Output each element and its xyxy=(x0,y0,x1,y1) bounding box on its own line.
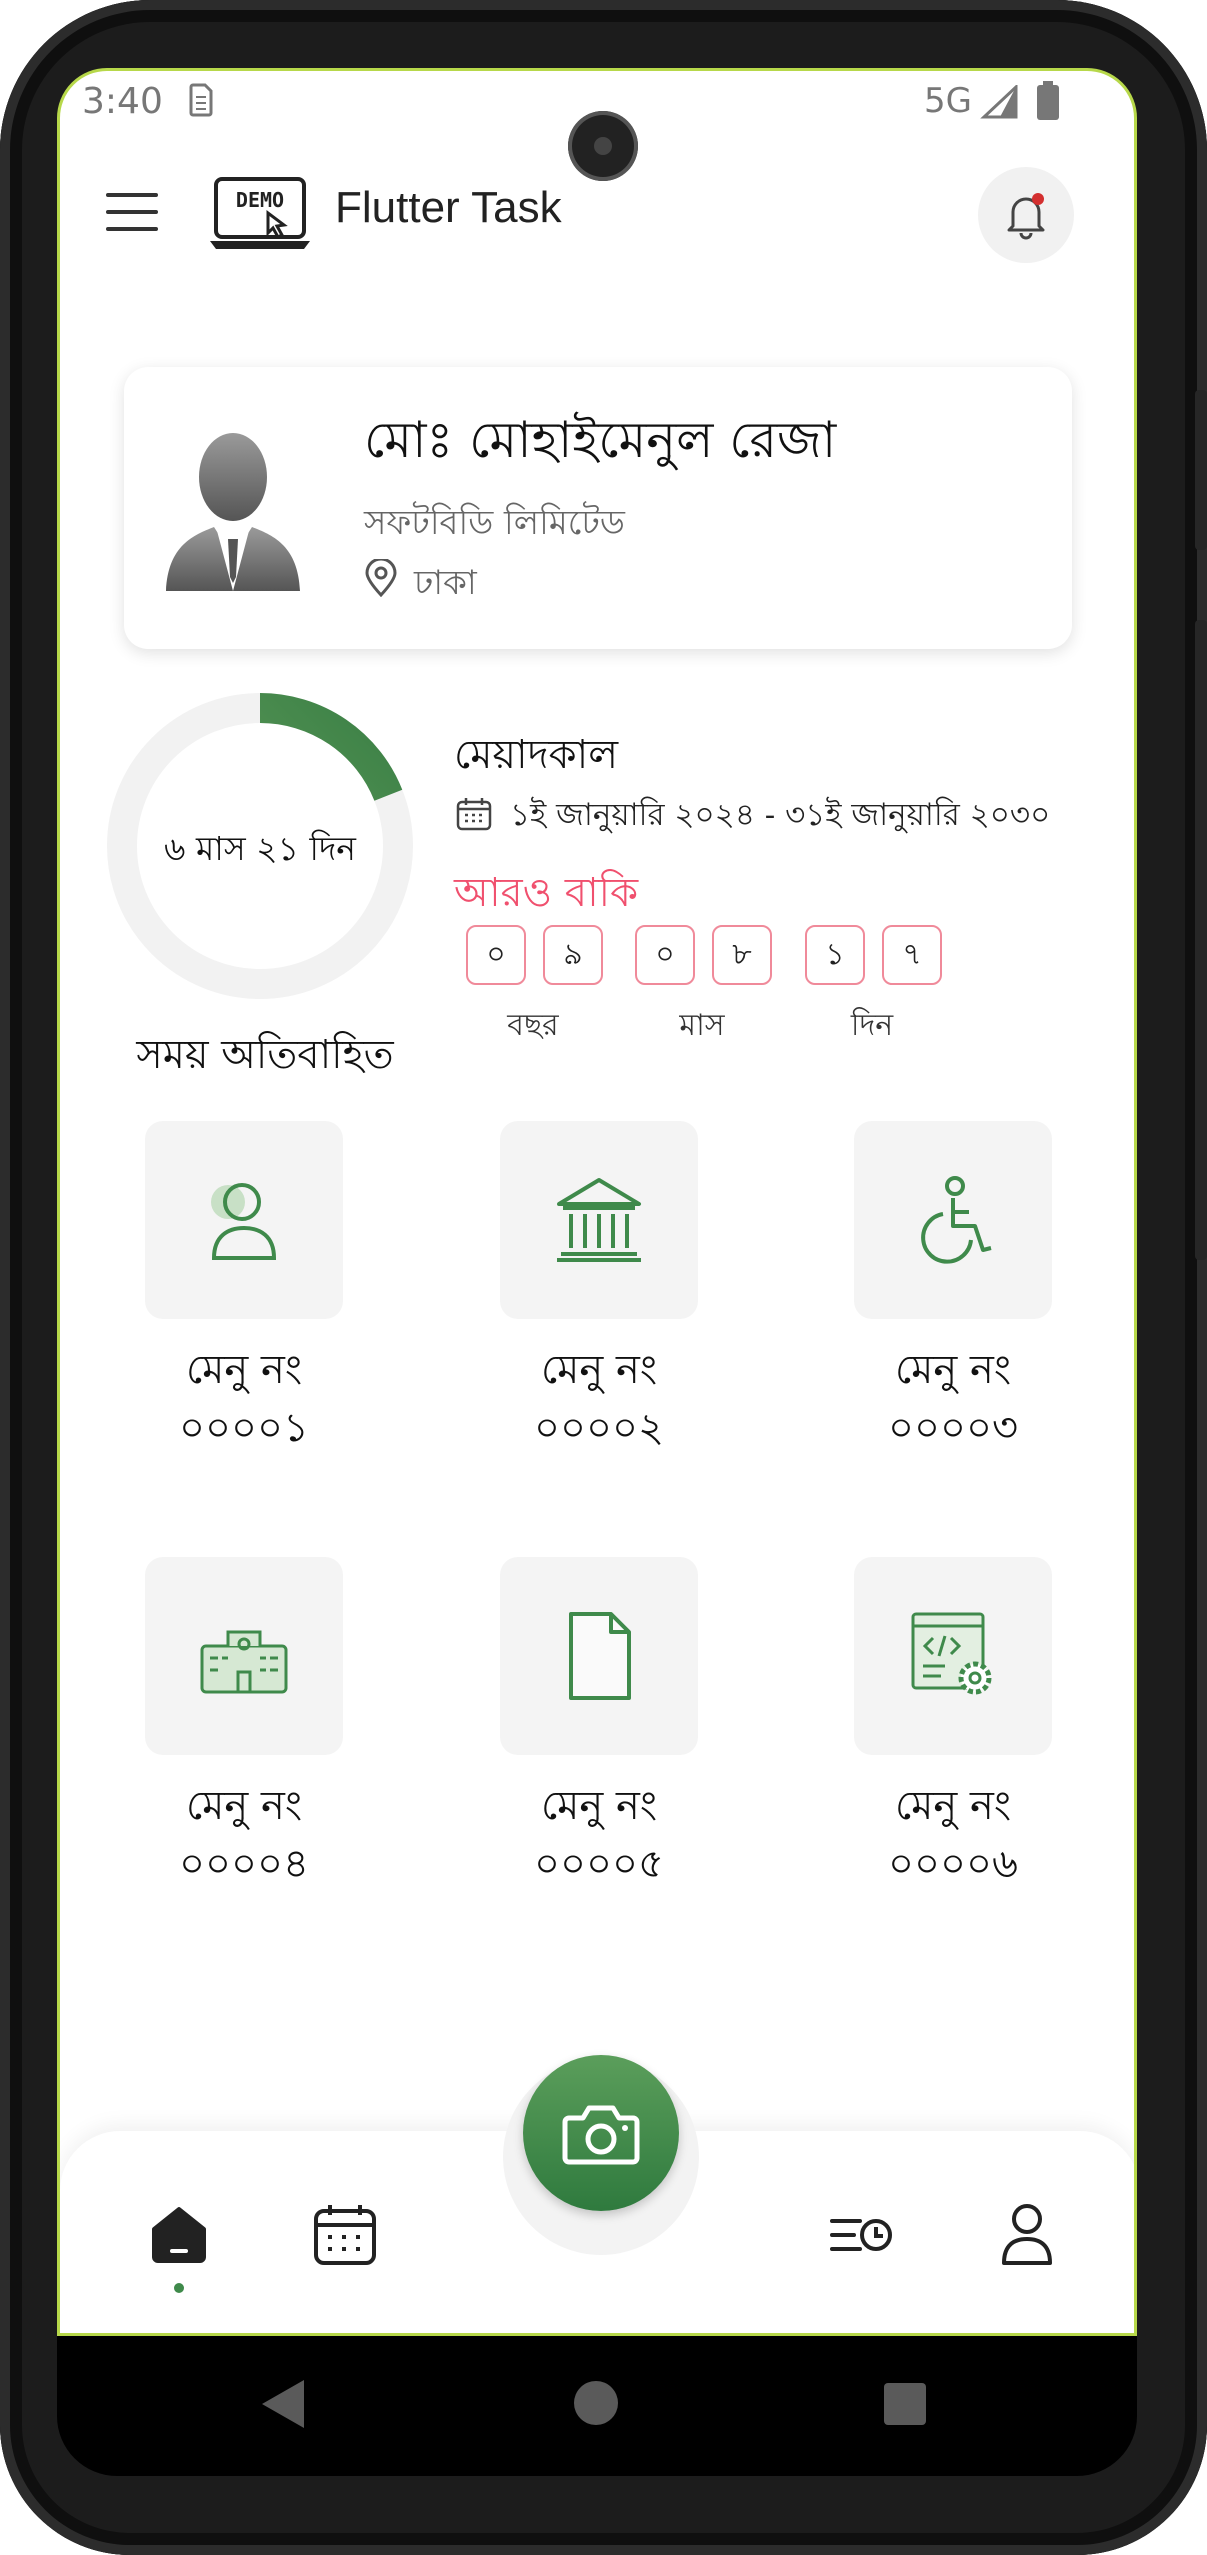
notification-button[interactable] xyxy=(978,167,1074,263)
location-pin-icon xyxy=(365,559,397,597)
menu-label-6: মেনু নং ০০০০৬ xyxy=(887,1783,1019,1887)
elapsed-caption: সময় অতিবাহিত xyxy=(136,1032,394,1078)
network-type: 5G xyxy=(924,81,972,121)
signal-icon xyxy=(980,85,1018,119)
front-camera xyxy=(568,111,638,181)
menu-label-1: মেনু নং ০০০০১ xyxy=(179,1347,309,1451)
profile-company: সফটবিডি লিমিটেড xyxy=(364,503,625,543)
code-settings-icon xyxy=(911,1612,992,1695)
menu-tile-1[interactable] xyxy=(145,1121,343,1319)
wheelchair-icon xyxy=(921,1176,992,1264)
profile-card: মোঃ মোহাইমেনুল রেজা সফটবিডি লিমিটেড ঢাকা xyxy=(124,367,1072,649)
unit-months: মাস xyxy=(679,1008,725,1043)
elapsed-text: ৬ মাস ২১ দিন xyxy=(164,829,356,868)
remaining-digit: ০ xyxy=(635,925,695,985)
app-screen: 3:40 5G DEMO Flutter Task মোঃ মোহাইমেনুল… xyxy=(57,68,1137,2336)
profile-location: ঢাকা xyxy=(414,563,477,603)
menu-label-3: মেনু নং ০০০০৩ xyxy=(887,1347,1019,1451)
menu-tile-5[interactable] xyxy=(500,1557,698,1755)
menu-label-4: মেনু নং ০০০০৪ xyxy=(179,1783,309,1887)
menu-tile-2[interactable] xyxy=(500,1121,698,1319)
menu-tile-3[interactable] xyxy=(854,1121,1052,1319)
document-icon xyxy=(569,1612,631,1700)
profile-name: মোঃ মোহাইমেনুল রেজা xyxy=(364,411,837,469)
sim-icon xyxy=(189,83,213,117)
active-indicator xyxy=(174,2283,184,2293)
battery-icon xyxy=(1037,81,1059,120)
home-icon[interactable] xyxy=(144,2199,214,2269)
hamburger-menu-icon[interactable] xyxy=(106,193,158,233)
menu-label-2: মেনু নং ০০০০২ xyxy=(533,1347,665,1451)
volume-button xyxy=(1195,390,1207,550)
back-icon[interactable] xyxy=(258,2376,308,2432)
remaining-digit: ০ xyxy=(466,925,526,985)
unit-days: দিন xyxy=(850,1008,894,1043)
menu-label-5: মেনু নং ০০০০৫ xyxy=(534,1783,664,1887)
calendar-small-icon xyxy=(456,798,492,831)
profile-icon[interactable] xyxy=(992,2199,1062,2269)
demo-logo-icon: DEMO xyxy=(210,177,310,249)
side-button xyxy=(1195,620,1207,1260)
remaining-title: আরও বাকি xyxy=(454,870,639,916)
calendar-icon[interactable] xyxy=(310,2199,380,2269)
remaining-digit: ৮ xyxy=(712,925,772,985)
bell-icon xyxy=(1007,193,1045,240)
tenure-title: মেয়াদকাল xyxy=(454,732,619,778)
menu-tile-6[interactable] xyxy=(854,1557,1052,1755)
unit-years: বছর xyxy=(507,1008,559,1043)
tenure-range: ১ই জানুয়ারি ২০২৪ - ৩১ই জানুয়ারি ২০৩০ xyxy=(510,797,1051,833)
status-time: 3:40 xyxy=(82,81,163,122)
home-system-button[interactable] xyxy=(574,2381,618,2425)
remaining-digit: ১ xyxy=(805,925,865,985)
logo-text: DEMO xyxy=(236,188,284,212)
avatar xyxy=(166,433,300,591)
camera-icon xyxy=(562,2105,640,2165)
menu-tile-4[interactable] xyxy=(145,1557,343,1755)
remaining-digit: ৯ xyxy=(543,925,603,985)
camera-button[interactable] xyxy=(523,2055,679,2211)
history-icon[interactable] xyxy=(826,2199,896,2269)
bank-icon xyxy=(557,1178,641,1262)
school-building-icon xyxy=(200,1630,288,1694)
person-icon xyxy=(211,1183,277,1260)
recents-button[interactable] xyxy=(884,2383,926,2425)
remaining-digit: ৭ xyxy=(882,925,942,985)
app-title: Flutter Task xyxy=(335,183,562,232)
